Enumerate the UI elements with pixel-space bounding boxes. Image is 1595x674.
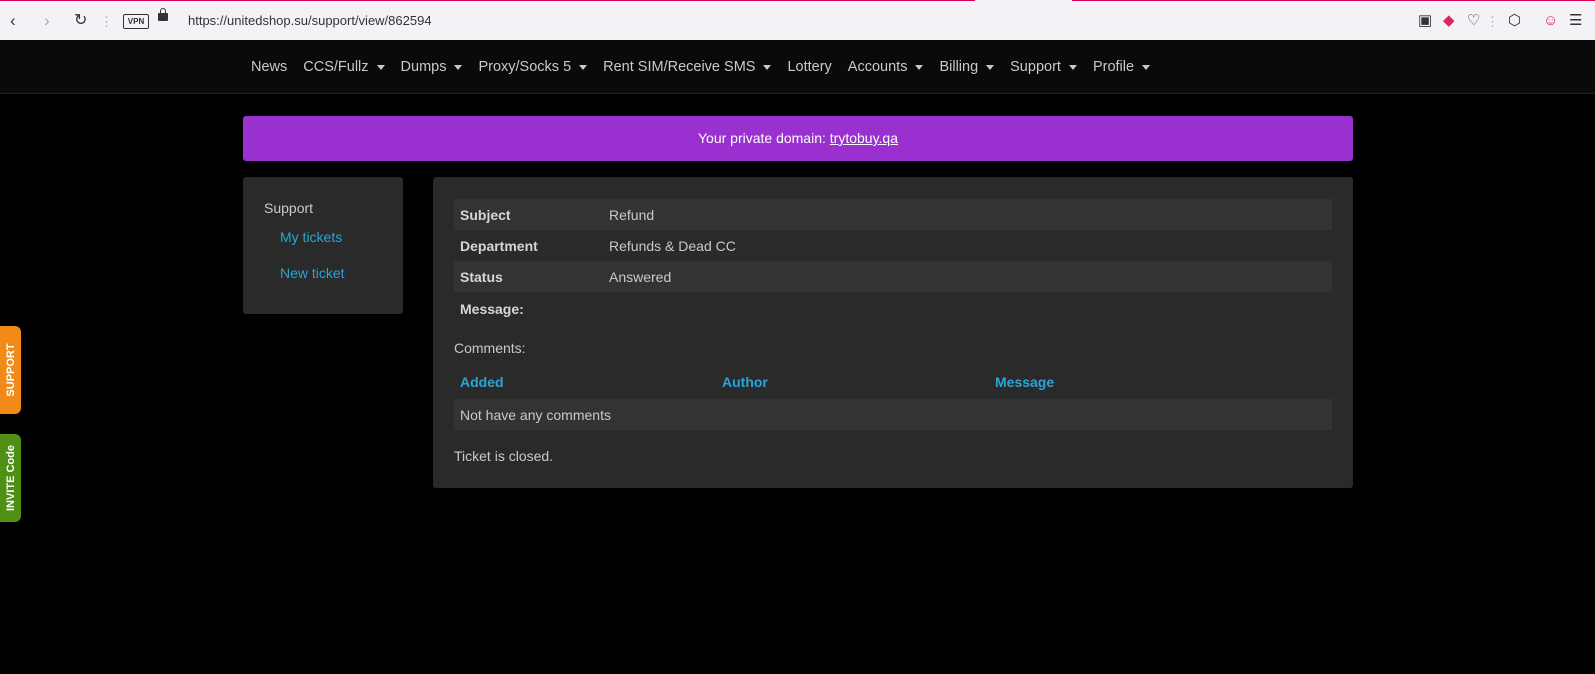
column-added[interactable]: Added bbox=[460, 374, 504, 390]
caret-down-icon bbox=[454, 64, 463, 70]
nav-item-ccs-fullz[interactable]: CCS/Fullz bbox=[303, 59, 385, 75]
caret-down-icon bbox=[1142, 64, 1151, 70]
nav-item-accounts[interactable]: Accounts bbox=[848, 59, 924, 75]
nav-item-label: Billing bbox=[939, 59, 979, 75]
caret-down-icon bbox=[579, 64, 588, 70]
reload-icon[interactable]: ↻ bbox=[74, 11, 87, 31]
department-row: Department Refunds & Dead CC bbox=[454, 230, 1332, 261]
private-domain-link[interactable]: trytobuy.qa bbox=[830, 130, 898, 146]
nav-item-label: Proxy/Socks 5 bbox=[478, 59, 572, 75]
cube-icon[interactable]: ⬡ bbox=[1508, 12, 1521, 30]
subject-value: Refund bbox=[609, 207, 655, 223]
nav-item-proxy-socks-5[interactable]: Proxy/Socks 5 bbox=[478, 59, 588, 75]
nav-item-news[interactable]: News bbox=[251, 59, 287, 75]
support-side-tab[interactable]: SUPPORT bbox=[0, 326, 21, 414]
caret-down-icon bbox=[376, 64, 385, 70]
forward-icon[interactable]: › bbox=[44, 11, 50, 31]
camera-icon[interactable]: ▣ bbox=[1418, 12, 1432, 30]
subject-row: Subject Refund bbox=[454, 199, 1332, 230]
invite-code-side-tab[interactable]: INVITE Code bbox=[0, 434, 21, 522]
private-domain-banner: Your private domain: trytobuy.qa bbox=[243, 116, 1353, 161]
nav-item-label: Dumps bbox=[400, 59, 447, 75]
comments-label: Comments: bbox=[454, 340, 526, 356]
department-value: Refunds & Dead CC bbox=[609, 238, 736, 254]
nav-item-dumps[interactable]: Dumps bbox=[401, 59, 463, 75]
ticket-closed-text: Ticket is closed. bbox=[454, 448, 554, 464]
banner-text: Your private domain: bbox=[697, 130, 830, 146]
profile-icon[interactable]: ☺ bbox=[1543, 12, 1558, 30]
column-message[interactable]: Message bbox=[995, 374, 1054, 390]
department-label: Department bbox=[460, 238, 538, 254]
comments-empty-text: Not have any comments bbox=[460, 407, 611, 423]
lock-icon[interactable] bbox=[158, 8, 168, 21]
support-tab-label: SUPPORT bbox=[4, 343, 17, 397]
nav-item-rent-sim-receive-sms[interactable]: Rent SIM/Receive SMS bbox=[603, 59, 772, 75]
settings-icon[interactable]: ☰ bbox=[1569, 12, 1582, 30]
sidebar-title: Support bbox=[264, 200, 314, 216]
nav-item-support[interactable]: Support bbox=[1010, 59, 1077, 75]
nav-item-label: News bbox=[251, 59, 288, 75]
column-author[interactable]: Author bbox=[722, 374, 768, 390]
address-bar[interactable]: https://unitedshop.su/support/view/86259… bbox=[188, 13, 432, 28]
nav-item-label: Rent SIM/Receive SMS bbox=[603, 59, 756, 75]
toolbar-separator: ⋮ bbox=[100, 14, 113, 29]
caret-down-icon bbox=[763, 64, 772, 70]
heart-icon[interactable]: ♡ bbox=[1467, 12, 1480, 30]
vpn-badge[interactable]: VPN bbox=[123, 14, 149, 29]
back-icon[interactable]: ‹ bbox=[10, 11, 16, 31]
status-label: Status bbox=[460, 269, 503, 285]
message-row: Message: bbox=[454, 293, 1332, 324]
nav-item-profile[interactable]: Profile bbox=[1092, 59, 1151, 75]
browser-toolbar: ‹ › ↻ ⋮ VPN https://unitedshop.su/suppor… bbox=[0, 0, 1595, 40]
subject-label: Subject bbox=[460, 207, 511, 223]
nav-item-label: Accounts bbox=[847, 59, 908, 75]
caret-down-icon bbox=[986, 64, 995, 70]
caret-down-icon bbox=[915, 64, 924, 70]
comments-empty-row: Not have any comments bbox=[454, 399, 1332, 430]
toolbar-separator-2: ⋮ bbox=[1486, 14, 1499, 29]
nav-item-lottery[interactable]: Lottery bbox=[787, 59, 831, 75]
caret-down-icon bbox=[1068, 64, 1077, 70]
sidebar-item-my-tickets[interactable]: My tickets bbox=[280, 229, 342, 245]
nav-item-label: Support bbox=[1010, 59, 1061, 75]
ticket-panel: Subject Refund Department Refunds & Dead… bbox=[433, 177, 1353, 488]
shield-icon[interactable]: ◆ bbox=[1443, 12, 1455, 30]
main-menu: News CCS/Fullz Dumps Proxy/Socks 5 Rent SIM/… bbox=[251, 40, 1166, 94]
nav-item-label: CCS/Fullz bbox=[303, 59, 369, 75]
sidebar-item-new-ticket[interactable]: New ticket bbox=[280, 265, 345, 281]
nav-item-billing[interactable]: Billing bbox=[939, 59, 995, 75]
message-label: Message: bbox=[460, 301, 524, 317]
invite-tab-label: INVITE Code bbox=[4, 444, 17, 512]
support-sidebar: Support My tickets New ticket bbox=[243, 177, 403, 314]
status-row: Status Answered bbox=[454, 261, 1332, 292]
nav-item-label: Lottery bbox=[787, 59, 832, 75]
status-value: Answered bbox=[609, 269, 672, 285]
active-tab-indicator bbox=[975, 0, 1072, 2]
nav-item-label: Profile bbox=[1092, 59, 1135, 75]
site-navbar: News CCS/Fullz Dumps Proxy/Socks 5 Rent SIM/… bbox=[0, 40, 1595, 94]
